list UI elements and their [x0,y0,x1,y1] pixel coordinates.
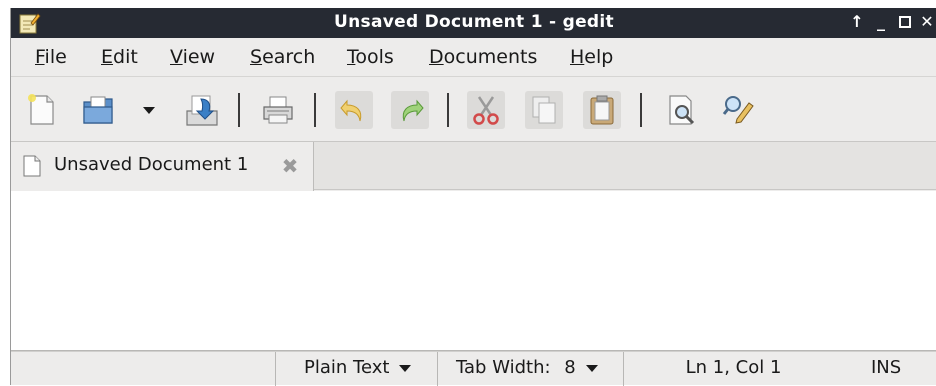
paste-button[interactable] [583,91,621,129]
toolbar-separator [314,93,316,127]
find-replace-button[interactable] [719,91,757,129]
open-button[interactable] [79,91,117,129]
insert-mode: INS [871,357,902,378]
paste-icon [590,95,614,125]
title-bar[interactable]: Unsaved Document 1 - gedit ↑ _ ✕ [11,8,936,38]
cut-icon [473,96,499,125]
menu-tools[interactable]: Tools [347,46,394,68]
open-recent-dropdown[interactable] [139,91,159,129]
menu-search[interactable]: Search [250,46,315,68]
undo-button[interactable] [335,91,373,129]
copy-button[interactable] [525,91,563,129]
close-icon[interactable]: ✕ [916,10,936,34]
menu-bar: File Edit View Search Tools Documents He… [11,38,936,76]
save-icon [186,95,218,126]
chevron-down-icon [399,364,412,372]
menu-documents[interactable]: Documents [429,46,537,68]
menu-help[interactable]: Help [570,46,613,68]
redo-button[interactable] [391,91,429,129]
cut-button[interactable] [467,91,505,129]
toolbar-separator [447,93,449,127]
print-button[interactable] [259,91,297,129]
find-icon [669,95,695,125]
toolbar-separator [238,93,240,127]
raise-icon[interactable]: ↑ [846,10,868,34]
save-button[interactable] [183,91,221,129]
window-title: Unsaved Document 1 - gedit [334,12,614,32]
tab-width-value: 8 [564,357,576,378]
menu-edit[interactable]: Edit [101,46,138,68]
find-replace-icon [722,96,754,124]
print-icon [263,96,293,124]
new-document-icon [28,94,54,125]
new-document-button[interactable] [23,91,61,129]
text-editor[interactable] [11,191,936,351]
open-recent-dropdown-icon [143,107,155,114]
menu-file[interactable]: File [35,46,67,68]
gedit-window: Unsaved Document 1 - gedit ↑ _ ✕ File Ed… [10,8,936,386]
tab-label: Unsaved Document 1 [54,154,249,175]
document-tab-bar: Unsaved Document 1 ✖ [11,142,936,191]
tab-width-label: Tab Width: [456,357,551,378]
language-selector[interactable]: Plain Text [275,352,437,386]
undo-icon [340,99,362,122]
chevron-down-icon [585,364,598,372]
cursor-position: Ln 1, Col 1 [623,352,823,386]
text-document-icon [23,155,41,182]
language-label: Plain Text [304,357,390,378]
tab-close-icon[interactable]: ✖ [279,155,301,177]
redo-icon [402,99,424,122]
minimize-icon[interactable]: _ [870,10,892,34]
copy-icon [532,96,556,124]
find-button[interactable] [663,91,701,129]
open-folder-icon [83,96,113,124]
status-bar: Plain Text Tab Width: 8 Ln 1, Col 1 INS [11,351,936,386]
tab-width-selector[interactable]: Tab Width: 8 [437,352,623,386]
maximize-icon[interactable] [894,10,916,34]
toolbar-separator [640,93,642,127]
menu-view[interactable]: View [170,46,215,68]
toolbar [11,76,936,142]
tab-unsaved-document-1[interactable]: Unsaved Document 1 ✖ [11,142,314,191]
